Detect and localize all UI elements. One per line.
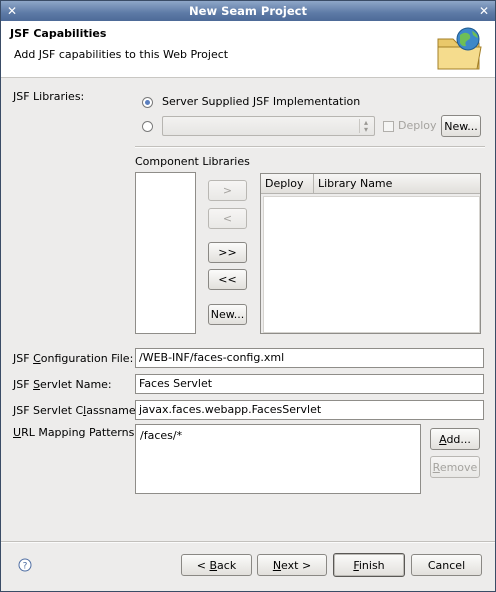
add-all-libraries-button[interactable]: >>: [208, 242, 247, 263]
remove-pattern-button[interactable]: Remove: [430, 456, 480, 478]
config-file-label: JSF Configuration File:: [13, 352, 134, 365]
new-library-button[interactable]: New...: [441, 115, 481, 137]
page-description: Add JSF capabilities to this Web Project: [14, 48, 229, 61]
title-bar[interactable]: ✕ New Seam Project ✕: [1, 1, 495, 21]
deploy-label: Deploy: [398, 119, 437, 132]
url-mapping-label: URL Mapping Patterns:: [13, 426, 139, 439]
server-supplied-radio[interactable]: [142, 97, 153, 108]
servlet-classname-input[interactable]: javax.faces.webapp.FacesServlet: [135, 400, 484, 420]
footer-separator: [1, 541, 495, 543]
back-button[interactable]: < Back: [181, 554, 252, 576]
deploy-checkbox[interactable]: [383, 121, 394, 132]
next-button[interactable]: Next >: [257, 554, 327, 576]
svg-text:?: ?: [23, 562, 28, 572]
deploy-column-header[interactable]: Deploy: [261, 174, 314, 194]
library-combo[interactable]: ▴ ▾: [162, 116, 375, 136]
add-library-button[interactable]: >: [208, 180, 247, 201]
available-libraries-list[interactable]: [135, 172, 196, 334]
servlet-name-label: JSF Servlet Name:: [13, 378, 112, 391]
list-item[interactable]: /faces/*: [140, 429, 182, 442]
remove-library-button[interactable]: <: [208, 208, 247, 229]
servlet-classname-label: JSF Servlet Classname:: [13, 404, 140, 417]
servlet-name-input[interactable]: Faces Servlet: [135, 374, 484, 394]
wizard-header: JSF Capabilities Add JSF capabilities to…: [1, 21, 495, 78]
cancel-button[interactable]: Cancel: [411, 554, 482, 576]
separator: [135, 146, 485, 148]
table-body[interactable]: [263, 196, 480, 333]
spinner-arrows-icon[interactable]: ▴ ▾: [359, 119, 372, 134]
url-mapping-list[interactable]: /faces/*: [135, 424, 421, 494]
page-title: JSF Capabilities: [10, 27, 107, 40]
library-name-column-header[interactable]: Library Name: [314, 174, 480, 194]
folder-globe-icon: [437, 27, 482, 70]
custom-library-radio[interactable]: [142, 121, 153, 132]
new-seam-project-dialog: ✕ New Seam Project ✕ JSF Capabilities Ad…: [0, 0, 496, 592]
close-icon[interactable]: ✕: [477, 4, 491, 18]
window-menu-icon[interactable]: ✕: [5, 4, 19, 18]
server-supplied-label[interactable]: Server Supplied JSF Implementation: [162, 95, 360, 108]
help-icon[interactable]: ?: [18, 558, 32, 572]
new-component-library-button[interactable]: New...: [208, 304, 247, 325]
finish-button[interactable]: Finish: [333, 553, 405, 577]
component-libraries-label: Component Libraries: [135, 155, 250, 168]
jsf-libraries-label: JSF Libraries:: [13, 90, 85, 103]
add-pattern-button[interactable]: Add...: [430, 428, 480, 450]
config-file-input[interactable]: /WEB-INF/faces-config.xml: [135, 348, 484, 368]
selected-libraries-table[interactable]: Deploy Library Name: [260, 173, 481, 334]
remove-all-libraries-button[interactable]: <<: [208, 269, 247, 290]
window-title: New Seam Project: [189, 4, 307, 18]
